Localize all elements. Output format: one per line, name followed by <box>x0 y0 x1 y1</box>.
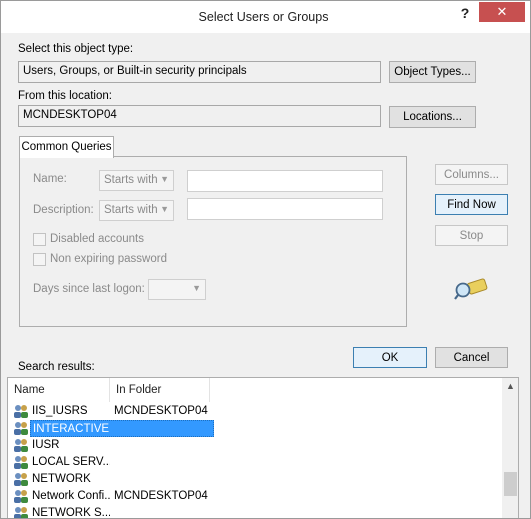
search-results-list[interactable]: Name In Folder IIS_IUSRS MCNDESKTOP04 IN… <box>7 377 519 519</box>
ok-button[interactable]: OK <box>353 347 427 368</box>
group-icon <box>13 489 29 504</box>
cancel-button[interactable]: Cancel <box>435 347 508 368</box>
search-icon <box>454 273 488 301</box>
group-icon <box>13 404 29 419</box>
group-icon <box>13 472 29 487</box>
tab-common-queries[interactable]: Common Queries <box>19 136 114 158</box>
table-row[interactable]: LOCAL SERV... <box>10 454 500 471</box>
table-row[interactable]: INTERACTIVE <box>10 420 500 437</box>
find-now-button[interactable]: Find Now <box>435 194 508 215</box>
chevron-down-icon: ▼ <box>192 283 201 293</box>
location-field: MCNDESKTOP04 <box>18 105 381 127</box>
help-button[interactable]: ? <box>453 3 477 23</box>
object-type-field: Users, Groups, or Built-in security prin… <box>18 61 381 83</box>
title-bar: Select Users or Groups ? ✕ <box>1 1 530 33</box>
description-query-label: Description: <box>33 204 94 216</box>
row-folder: MCNDESKTOP04 <box>114 405 208 417</box>
results-scrollbar[interactable]: ▲ <box>502 378 518 518</box>
columns-button[interactable]: Columns... <box>435 164 508 185</box>
dialog-title: Select Users or Groups <box>198 10 329 24</box>
chevron-down-icon: ▼ <box>160 174 169 184</box>
name-query-input[interactable] <box>187 170 383 192</box>
table-row[interactable]: NETWORK <box>10 471 500 488</box>
scroll-up-icon[interactable]: ▲ <box>502 378 518 395</box>
select-users-dialog: Select Users or Groups ? ✕ Select this o… <box>0 0 531 519</box>
object-type-label: Select this object type: <box>18 43 134 55</box>
days-since-logon-select[interactable]: ▼ <box>148 279 206 300</box>
close-button[interactable]: ✕ <box>479 2 525 22</box>
row-name: IIS_IUSRS <box>32 405 88 417</box>
non-expiring-password-label: Non expiring password <box>50 253 167 265</box>
row-name: INTERACTIVE <box>30 420 214 437</box>
description-mode-value: Starts with <box>104 204 158 216</box>
name-mode-value: Starts with <box>104 174 158 186</box>
name-mode-select[interactable]: Starts with ▼ <box>99 170 174 191</box>
table-row[interactable]: Network Confi... MCNDESKTOP04 <box>10 488 500 505</box>
row-name: NETWORK S... <box>32 507 110 519</box>
name-query-label: Name: <box>33 173 67 185</box>
chevron-down-icon: ▼ <box>160 204 169 214</box>
disabled-accounts-label: Disabled accounts <box>50 233 144 245</box>
locations-button[interactable]: Locations... <box>389 106 476 128</box>
non-expiring-password-checkbox[interactable] <box>33 253 46 266</box>
group-icon <box>13 455 29 470</box>
description-mode-select[interactable]: Starts with ▼ <box>99 200 174 221</box>
group-icon <box>13 506 29 518</box>
stop-button[interactable]: Stop <box>435 225 508 246</box>
row-name: LOCAL SERV... <box>32 456 110 468</box>
group-icon <box>13 421 29 436</box>
table-row[interactable]: NETWORK S... <box>10 505 500 519</box>
table-row[interactable]: IIS_IUSRS MCNDESKTOP04 <box>10 403 500 420</box>
days-since-logon-label: Days since last logon: <box>33 283 145 295</box>
description-query-input[interactable] <box>187 198 383 220</box>
common-queries-panel: Name: Starts with ▼ Description: Starts … <box>19 156 407 327</box>
column-header-name[interactable]: Name <box>8 378 110 402</box>
table-row[interactable]: IUSR <box>10 437 500 454</box>
search-results-label: Search results: <box>18 361 95 373</box>
column-header-in-folder[interactable]: In Folder <box>110 378 210 402</box>
object-types-button[interactable]: Object Types... <box>389 61 476 83</box>
disabled-accounts-checkbox[interactable] <box>33 233 46 246</box>
group-icon <box>13 438 29 453</box>
row-folder: MCNDESKTOP04 <box>114 490 208 502</box>
row-name: Network Confi... <box>32 490 110 502</box>
row-name: NETWORK <box>32 473 91 485</box>
scroll-thumb[interactable] <box>504 472 517 496</box>
location-label: From this location: <box>18 90 112 102</box>
row-name: IUSR <box>32 439 60 451</box>
